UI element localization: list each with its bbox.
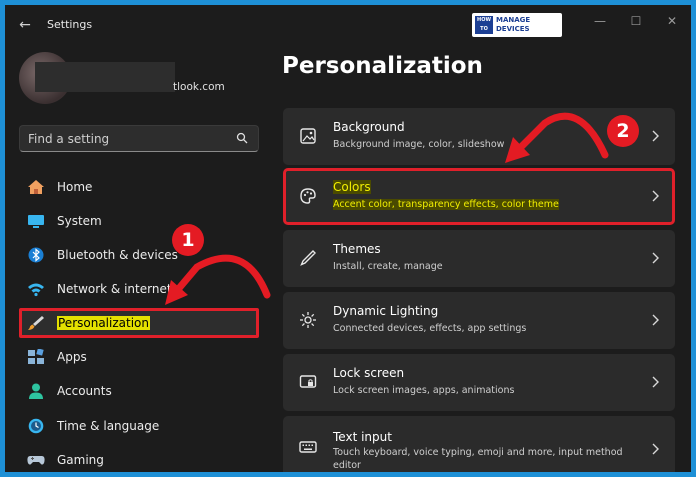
step-badge-2: 2 [607,115,639,147]
back-arrow-icon[interactable]: ← [15,15,35,35]
card-subtitle: Accent color, transparency effects, colo… [333,199,559,210]
keyboard-icon [299,441,317,453]
minimize-icon[interactable]: — [590,13,610,29]
search-input[interactable] [28,131,228,147]
card-title: Dynamic Lighting [333,304,439,318]
sidebar-item-bluetooth[interactable]: Bluetooth & devices [19,240,259,270]
sidebar-item-label: Personalization [57,316,150,330]
sidebar-item-label: Accounts [57,384,112,398]
chevron-right-icon [652,252,659,264]
card-text-input[interactable]: Text input Touch keyboard, voice typing,… [283,416,675,472]
chevron-right-icon [652,443,659,455]
sidebar-item-label: Time & language [57,419,160,433]
pen-icon [300,250,316,266]
app-title: Settings [47,18,93,31]
wifi-icon [28,283,44,297]
settings-window: ← Settings HOW TO MANAGE DEVICES — ☐ ✕ t… [5,5,691,472]
card-subtitle: Background image, color, slideshow [333,139,505,150]
sidebar-item-system[interactable]: System [19,206,259,236]
sidebar-item-label: System [57,214,102,228]
system-icon [28,215,44,228]
palette-icon [300,188,316,204]
sidebar-item-home[interactable]: Home [19,172,259,202]
sidebar-item-label: Apps [57,350,87,364]
logo-badge: HOW TO [475,16,493,34]
sidebar-item-label: Bluetooth & devices [57,248,178,262]
search-box[interactable] [19,125,259,152]
card-title: Background [333,120,405,134]
card-subtitle: Connected devices, effects, app settings [333,323,527,334]
sidebar-item-gaming[interactable]: Gaming [19,445,259,472]
logo-text: MANAGE DEVICES [496,16,531,33]
bluetooth-icon [28,247,44,263]
brush-icon [28,316,44,330]
sidebar-item-personalization[interactable]: Personalization [19,308,259,338]
image-icon [300,128,316,144]
clock-icon [28,418,44,434]
chevron-right-icon [652,376,659,388]
card-title: Themes [333,242,381,256]
sidebar-item-label: Gaming [57,453,104,467]
sidebar-item-label: Network & internet [57,282,172,296]
chevron-right-icon [652,130,659,142]
card-title: Lock screen [333,366,405,380]
lock-screen-icon [299,375,317,388]
card-subtitle: Lock screen images, apps, animations [333,385,515,396]
sidebar-item-accounts[interactable]: Accounts [19,376,259,406]
step-badge-1: 1 [172,224,204,256]
lighting-icon [300,312,316,328]
sidebar-item-label: Home [57,180,93,194]
card-lock-screen[interactable]: Lock screen Lock screen images, apps, an… [283,354,675,411]
card-themes[interactable]: Themes Install, create, manage [283,230,675,287]
sidebar-item-network[interactable]: Network & internet [19,274,259,304]
sidebar-item-apps[interactable]: Apps [19,342,259,372]
card-subtitle: Install, create, manage [333,261,443,272]
accounts-icon [29,383,43,399]
card-subtitle: Touch keyboard, voice typing, emoji and … [333,447,623,458]
gamepad-icon [27,456,45,465]
how-to-manage-devices-logo: HOW TO MANAGE DEVICES [472,13,562,37]
chevron-right-icon [652,190,659,202]
apps-icon [28,349,44,364]
sidebar-item-time-language[interactable]: Time & language [19,411,259,441]
profile-name-redacted [35,62,175,92]
chevron-right-icon [652,314,659,326]
maximize-icon[interactable]: ☐ [626,13,646,29]
card-subtitle-line2: editor [333,460,361,471]
profile-email: tlook.com [173,81,225,93]
title-bar: ← Settings HOW TO MANAGE DEVICES — ☐ ✕ [5,5,691,45]
card-colors[interactable]: Colors Accent color, transparency effect… [283,168,675,225]
card-title: Text input [333,430,392,444]
page-title: Personalization [282,53,483,79]
home-icon [28,180,44,194]
search-icon [236,132,248,144]
close-icon[interactable]: ✕ [662,13,682,29]
card-dynamic-lighting[interactable]: Dynamic Lighting Connected devices, effe… [283,292,675,349]
card-title: Colors [333,180,371,194]
